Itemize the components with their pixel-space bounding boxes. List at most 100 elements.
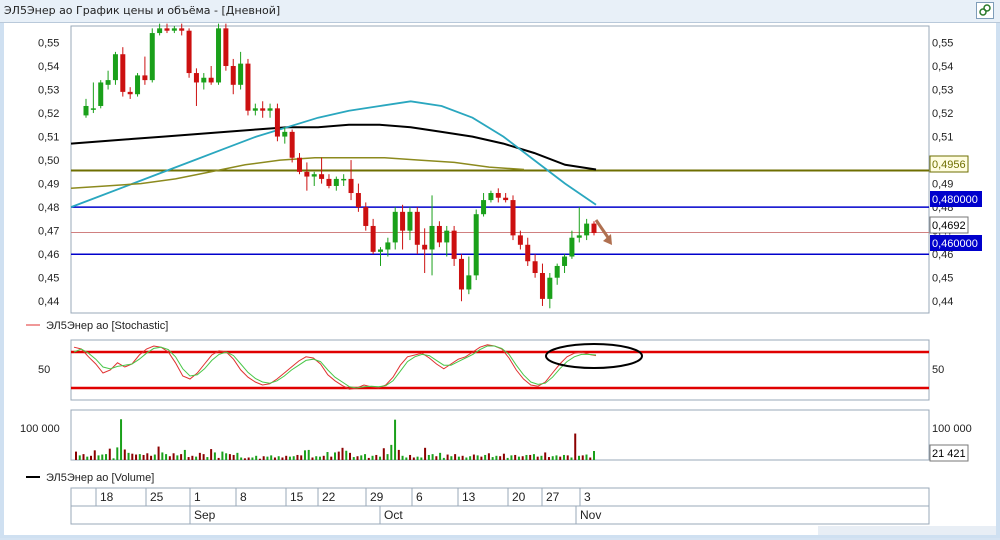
volume-bar [555, 455, 558, 460]
candle [473, 209, 479, 281]
candle-body [591, 223, 597, 234]
price-tick-label-left: 0,44 [38, 296, 59, 308]
volume-bar [450, 456, 453, 460]
candle-body [120, 54, 126, 92]
volume-last-text: 21 421 [932, 448, 966, 460]
volume-bar [93, 450, 96, 460]
day-tick-label: 18 [100, 490, 114, 504]
volume-legend: ЭЛ5Энер ао [Volume] [26, 472, 154, 484]
volume-bar [570, 457, 573, 460]
month-tick-label: Nov [580, 508, 601, 522]
volume-bar [217, 457, 220, 460]
price-panel: 0,55 0,54 0,53 0,52 0,51 0,50 0,49 0,48 0,47 0,46… [38, 23, 982, 314]
candle-body [584, 223, 590, 236]
month-tick-label: Oct [384, 508, 403, 522]
link-button[interactable] [976, 2, 994, 19]
volume-bar [544, 452, 547, 460]
volume-bar [157, 446, 160, 460]
volume-bar [491, 457, 494, 460]
candle-body [422, 244, 428, 250]
level-label-blue-bottom-text: 0,460000 [932, 238, 978, 250]
volume-bar [532, 454, 535, 460]
volume-bar [480, 456, 483, 460]
candle-body [532, 261, 538, 274]
candle-body [473, 214, 479, 276]
candle-body [370, 225, 376, 252]
candle-body [274, 108, 280, 137]
price-tick-label-right: 0,44 [932, 296, 953, 308]
candle-body [569, 237, 575, 257]
volume-bar [206, 457, 209, 460]
volume-bar [120, 419, 123, 460]
price-tick-label-right: 0,51 [932, 132, 953, 144]
volume-bar [593, 451, 595, 460]
candle-body [208, 77, 214, 83]
volume-bar [202, 454, 205, 460]
volume-bar [322, 455, 325, 460]
volume-bar [138, 454, 141, 460]
candle-body [112, 54, 118, 81]
volume-bar [127, 452, 130, 460]
price-axis-right: 0,550,540,530,520,510,500,490,480,470,46… [932, 37, 953, 308]
candle-body [230, 65, 236, 85]
candle-body [252, 108, 258, 111]
chart-svg: 0,55 0,54 0,53 0,52 0,51 0,50 0,49 0,48 0,47 0,46… [20, 23, 996, 535]
volume-bar [300, 455, 303, 460]
volume-panel: 100 000 100 000 21 421 [20, 409, 972, 462]
candle-body [311, 174, 317, 177]
candle-body [90, 108, 96, 110]
volume-bar [288, 456, 291, 460]
volume-last-label: 21 421 [929, 444, 969, 462]
volume-bar [165, 454, 168, 460]
volume-bar [75, 451, 77, 460]
volume-bar [360, 455, 363, 460]
candle-body [83, 105, 89, 116]
candle-body [539, 273, 545, 299]
volume-bar [364, 454, 367, 460]
day-tick-label: 8 [240, 490, 247, 504]
volume-bar [90, 455, 93, 460]
volume-bar [225, 453, 228, 460]
candle-body [157, 28, 163, 34]
candle [510, 195, 516, 241]
stochastic-legend: ЭЛ5Энер ао [Stochastic] [26, 320, 168, 332]
volume-bar [161, 452, 164, 460]
price-tick-label-left: 0,49 [38, 179, 59, 191]
candle [149, 28, 155, 83]
volume-bar [390, 444, 393, 460]
volume-bar [574, 433, 577, 460]
volume-bar [476, 455, 479, 460]
volume-bar [536, 456, 539, 460]
candle-body [333, 178, 339, 186]
volume-bar [562, 454, 565, 460]
price-tick-label-left: 0,47 [38, 226, 59, 238]
volume-bar [105, 454, 108, 460]
volume-bar [326, 452, 329, 460]
day-tick-label: 1 [194, 490, 201, 504]
volume-bar [412, 457, 415, 460]
volume-bar [116, 447, 119, 460]
volume-bar [251, 457, 254, 460]
price-tick-label-left: 0,53 [38, 85, 59, 97]
volume-bar [82, 454, 85, 460]
volume-bar [581, 455, 584, 460]
day-tick-label: 25 [150, 490, 164, 504]
candle-body [451, 230, 457, 259]
volume-bar [379, 456, 382, 460]
candle-body [503, 197, 509, 201]
candle-body [245, 63, 251, 111]
volume-bar [375, 454, 378, 460]
price-tick-label-left: 0,46 [38, 249, 59, 261]
candle-body [267, 108, 273, 111]
volume-bar [210, 449, 213, 460]
volume-bar [416, 456, 419, 460]
volume-bar [585, 454, 588, 460]
volume-bar [510, 455, 513, 460]
link-icon [979, 4, 991, 16]
volume-bar [228, 454, 231, 460]
day-tick-label: 27 [546, 490, 560, 504]
volume-tick-left: 100 000 [20, 423, 60, 435]
volume-bar [502, 453, 505, 460]
volume-bar [266, 456, 269, 460]
volume-bar [540, 455, 543, 460]
